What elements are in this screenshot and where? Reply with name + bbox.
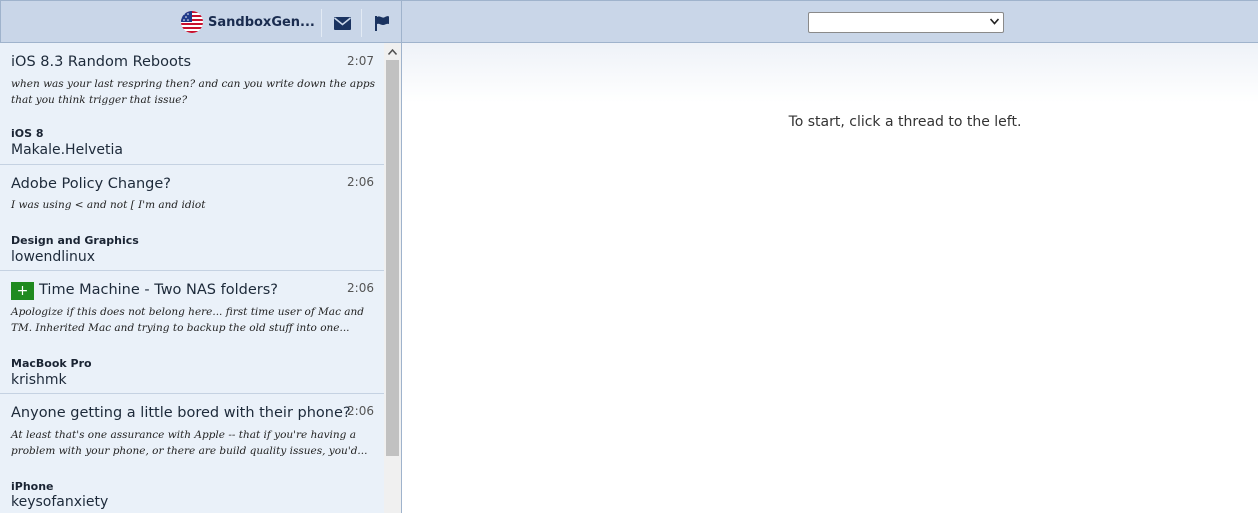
thread-title: Time Machine - Two NAS folders? — [39, 282, 278, 298]
thread-author: krishmk — [11, 372, 67, 388]
thread-item[interactable]: + Time Machine - Two NAS folders? 2:06 A… — [0, 271, 384, 394]
thread-author: keysofanxiety — [11, 494, 109, 510]
thread-forum: iPhone — [11, 480, 54, 493]
thread-item[interactable]: iOS 8.3 Random Reboots 2:07 when was you… — [0, 43, 384, 165]
thread-time: 2:06 — [347, 175, 374, 189]
thread-title: Adobe Policy Change? — [11, 176, 172, 192]
flag-icon — [375, 16, 389, 31]
thread-list-scrollbar[interactable] — [384, 43, 401, 513]
right-header — [402, 0, 1258, 43]
scroll-up-button[interactable] — [384, 43, 401, 60]
forum-select[interactable] — [808, 12, 1004, 33]
alerts-button[interactable] — [370, 11, 394, 35]
thread-view-pane: To start, click a thread to the left. — [402, 43, 1258, 513]
thread-title: iOS 8.3 Random Reboots — [11, 54, 192, 70]
thread-forum: iOS 8 — [11, 127, 44, 140]
us-flag-avatar-icon — [181, 11, 203, 33]
chevron-down-icon — [990, 18, 999, 25]
thread-list: iOS 8.3 Random Reboots 2:07 when was you… — [0, 43, 384, 513]
username: SandboxGen... — [208, 14, 315, 30]
thread-item[interactable]: Anyone getting a little bored with their… — [0, 394, 384, 513]
thread-list-pane: SandboxGen... iOS 8.3 Random Reboots 2:0… — [0, 0, 402, 513]
thread-time: 2:06 — [347, 281, 374, 295]
thread-author: Makale.Helvetia — [11, 142, 123, 158]
thread-time: 2:06 — [347, 404, 374, 418]
empty-state-message: To start, click a thread to the left. — [788, 114, 1022, 130]
thread-snippet: I was using < and not [ I'm and idiot — [11, 199, 206, 211]
thread-author: lowendlinux — [11, 249, 96, 265]
thread-time: 2:07 — [347, 54, 374, 68]
header-divider — [361, 9, 362, 37]
messages-button[interactable] — [330, 11, 354, 35]
thread-title: Anyone getting a little bored with their… — [11, 405, 351, 421]
user-menu[interactable]: SandboxGen... — [181, 9, 315, 35]
envelope-icon — [333, 16, 351, 30]
left-header: SandboxGen... — [0, 0, 401, 43]
thread-snippet: At least that's one assurance with Apple… — [11, 429, 368, 457]
thread-snippet: Apologize if this does not belong here..… — [11, 306, 365, 334]
header-divider — [321, 9, 322, 37]
thread-snippet: when was your last respring then? and ca… — [11, 78, 376, 106]
thread-forum: MacBook Pro — [11, 357, 92, 370]
thread-item[interactable]: Adobe Policy Change? 2:06 I was using < … — [0, 165, 384, 271]
thread-forum: Design and Graphics — [11, 234, 139, 247]
new-thread-badge: + — [11, 282, 34, 300]
scrollbar-thumb[interactable] — [386, 60, 399, 456]
chevron-up-icon — [388, 48, 397, 55]
